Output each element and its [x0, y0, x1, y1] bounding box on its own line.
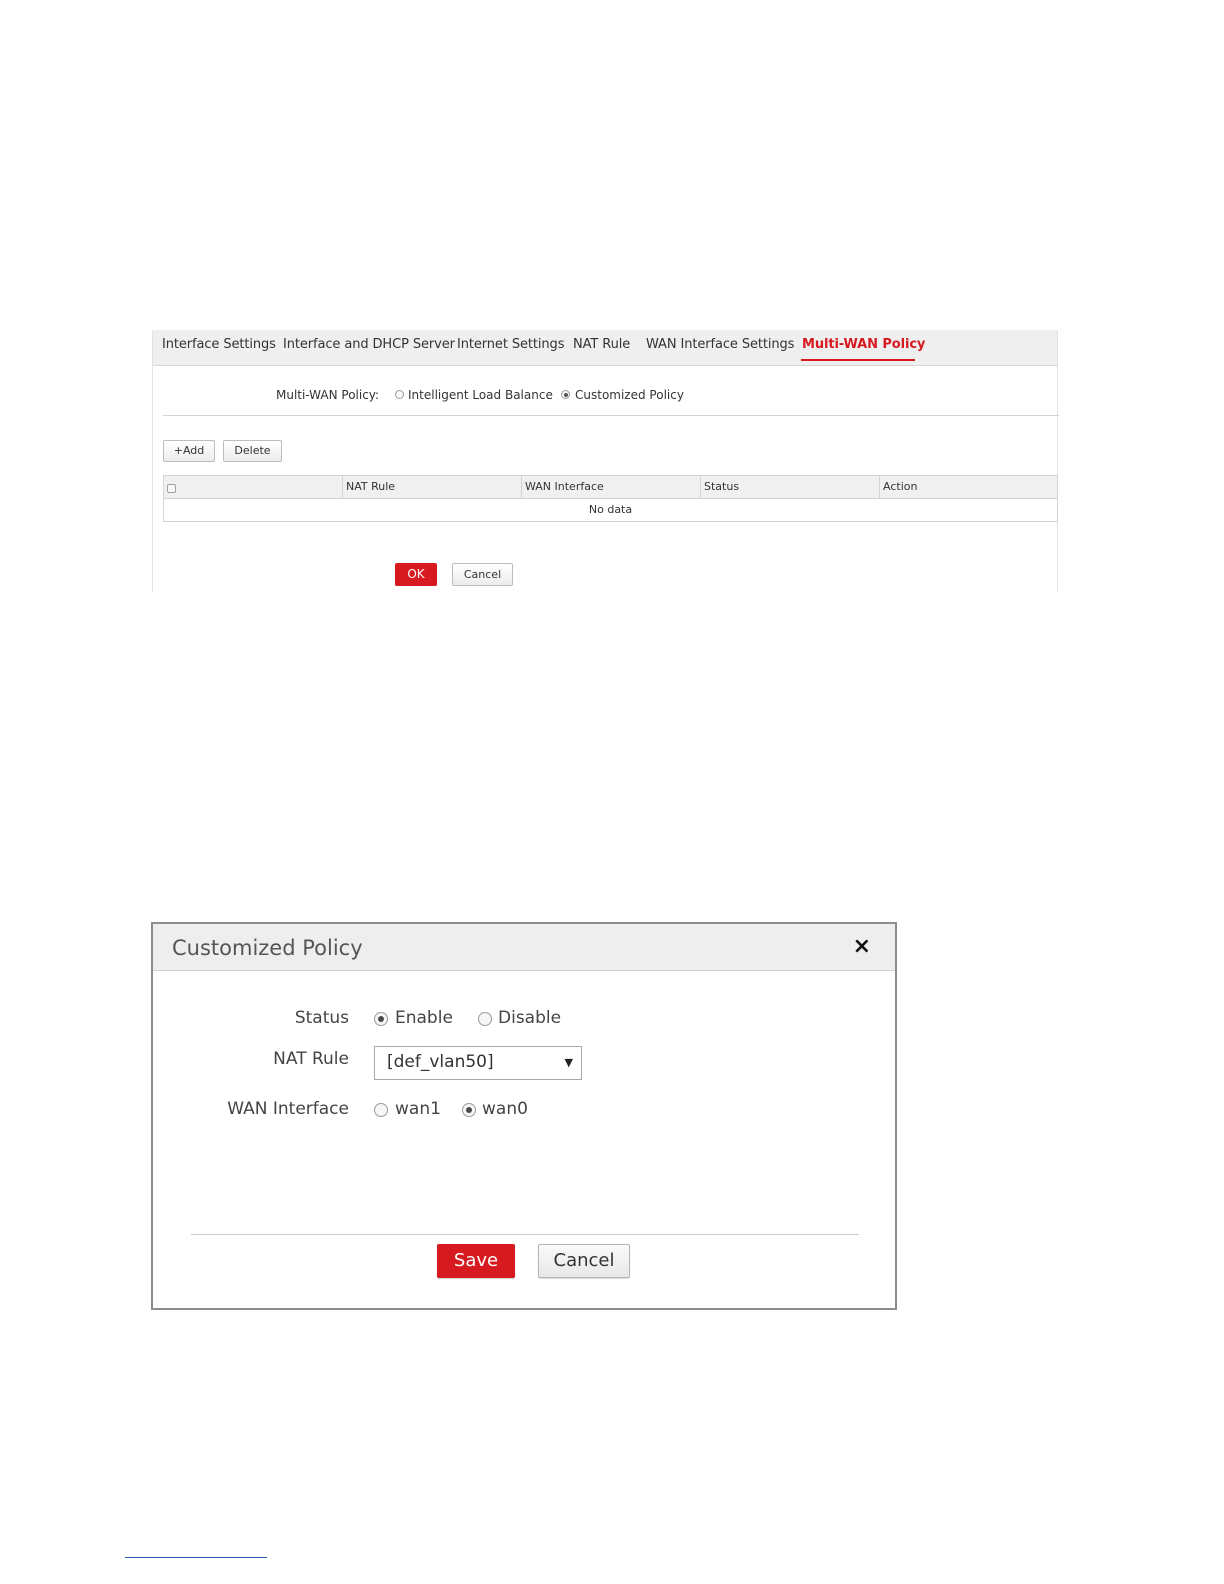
column-header-status: Status — [700, 476, 879, 498]
radio-customized-policy[interactable] — [561, 390, 570, 399]
radio-status-disable[interactable] — [478, 1012, 492, 1026]
nat-rule-label: NAT Rule — [273, 1049, 349, 1069]
radio-status-enable[interactable] — [374, 1012, 388, 1026]
cancel-button[interactable]: Cancel — [452, 563, 513, 586]
tab-bar: Interface Settings Interface and DHCP Se… — [153, 330, 1057, 366]
tab-nat-rule[interactable]: NAT Rule — [573, 337, 630, 352]
column-header-action: Action — [879, 476, 1057, 498]
policy-table: NAT Rule WAN Interface Status Action No … — [163, 475, 1058, 522]
dialog-divider — [191, 1234, 859, 1235]
radio-label-intelligent-load-balance: Intelligent Load Balance — [408, 388, 553, 402]
tab-interface-dhcp-server[interactable]: Interface and DHCP Server — [283, 337, 455, 352]
policy-label: Multi-WAN Policy: — [276, 388, 380, 402]
radio-wan0[interactable] — [462, 1103, 476, 1117]
dropdown-arrow-icon: ▼ — [564, 1056, 573, 1069]
status-label: Status — [294, 1008, 349, 1028]
active-tab-indicator — [801, 359, 915, 361]
multi-wan-policy-panel: Interface Settings Interface and DHCP Se… — [152, 330, 1059, 592]
tab-interface-settings[interactable]: Interface Settings — [162, 337, 276, 352]
footer-link-underline — [125, 1557, 267, 1558]
select-all-checkbox[interactable] — [167, 484, 176, 493]
dialog-cancel-button[interactable]: Cancel — [538, 1244, 630, 1278]
add-button[interactable]: +Add — [163, 440, 215, 462]
nat-rule-selected-value: [def_vlan50] — [387, 1052, 494, 1072]
policy-row: Multi-WAN Policy: Intelligent Load Balan… — [153, 386, 1057, 406]
tab-multi-wan-policy[interactable]: Multi-WAN Policy — [802, 337, 925, 352]
radio-label-disable: Disable — [498, 1008, 562, 1028]
customized-policy-dialog: Customized Policy × Status Enable Disabl… — [151, 922, 897, 1310]
nat-rule-select[interactable]: [def_vlan50] ▼ — [374, 1046, 582, 1080]
close-icon[interactable]: × — [853, 935, 871, 959]
dialog-header: Customized Policy × — [153, 924, 895, 971]
save-button[interactable]: Save — [437, 1244, 515, 1278]
column-header-nat-rule: NAT Rule — [342, 476, 521, 498]
table-header: NAT Rule WAN Interface Status Action — [164, 476, 1057, 499]
tab-internet-settings[interactable]: Internet Settings — [457, 337, 564, 352]
delete-button[interactable]: Delete — [223, 440, 282, 462]
empty-table-message: No data — [588, 503, 633, 516]
radio-wan1[interactable] — [374, 1103, 388, 1117]
tab-wan-interface-settings[interactable]: WAN Interface Settings — [646, 337, 794, 352]
radio-label-wan1: wan1 — [395, 1099, 441, 1119]
wan-interface-label: WAN Interface — [227, 1099, 349, 1119]
radio-intelligent-load-balance[interactable] — [395, 390, 404, 399]
dialog-title: Customized Policy — [172, 936, 363, 960]
radio-label-enable: Enable — [395, 1008, 453, 1028]
radio-label-customized-policy: Customized Policy — [575, 388, 684, 402]
divider — [163, 415, 1059, 416]
column-header-wan-interface: WAN Interface — [521, 476, 700, 498]
ok-button[interactable]: OK — [395, 563, 437, 586]
radio-label-wan0: wan0 — [482, 1099, 528, 1119]
